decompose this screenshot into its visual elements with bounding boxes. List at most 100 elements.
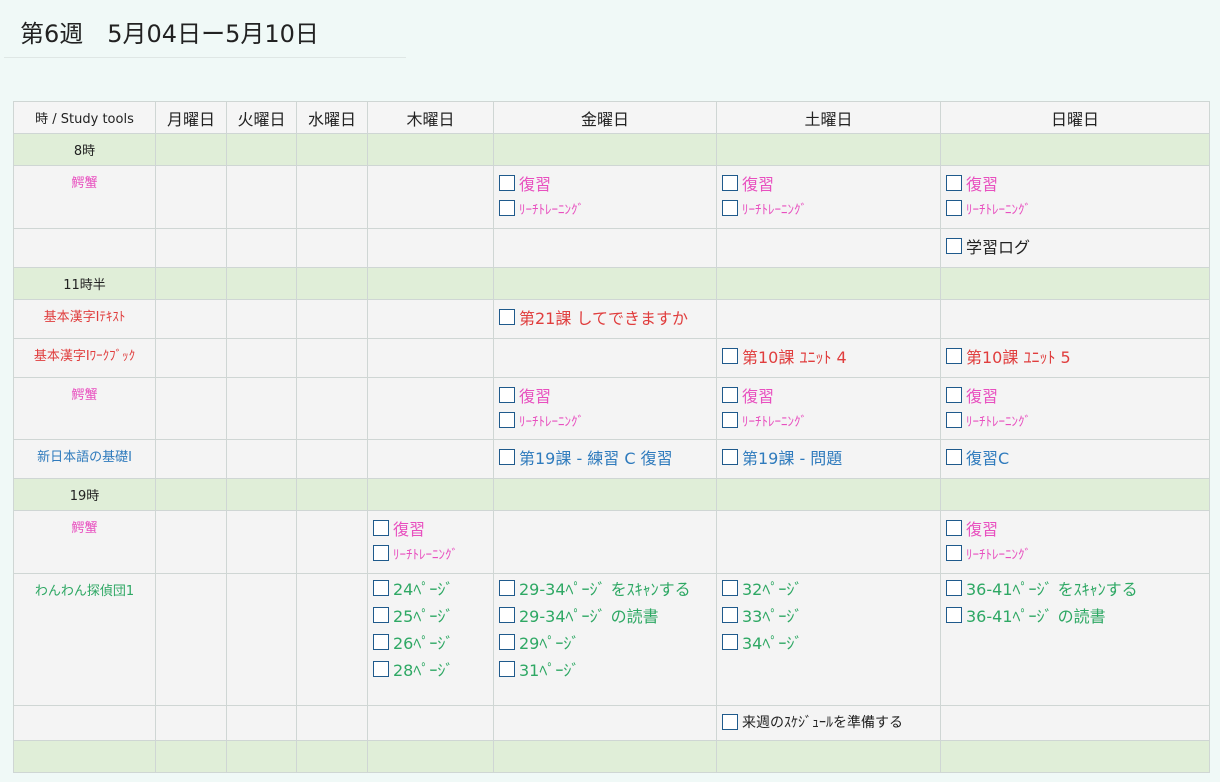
weekly-schedule-table: 時 / Study tools 月曜日 火曜日 水曜日 木曜日 金曜日 土曜日 …: [13, 101, 1210, 773]
task-item[interactable]: 復習: [369, 515, 493, 541]
checkbox[interactable]: [722, 607, 738, 623]
task-item[interactable]: 第10課 ﾕﾆｯﾄ 4: [718, 343, 940, 369]
task-item[interactable]: 復習: [495, 382, 716, 408]
checkbox[interactable]: [373, 607, 389, 623]
checkbox[interactable]: [373, 545, 389, 561]
task-item[interactable]: 復習: [942, 170, 1209, 196]
task-item[interactable]: 来週のｽｹｼﾞｭｰﾙを準備する: [718, 709, 940, 735]
row-label-wanwan: わんわん探偵団1: [13, 573, 156, 706]
task-item[interactable]: ﾘｰﾁﾄﾚｰﾆﾝｸﾞ: [942, 408, 1209, 432]
hour-row: [13, 740, 1210, 773]
task-item[interactable]: 33ﾍﾟｰｼﾞ: [718, 602, 940, 628]
task-item[interactable]: 34ﾍﾟｰｼﾞ: [718, 629, 940, 655]
table-row: 鰐蟹 復習 ﾘｰﾁﾄﾚｰﾆﾝｸﾞ 復習 ﾘｰﾁﾄﾚｰﾆﾝｸﾞ 復習 ﾘｰﾁﾄﾚｰ…: [13, 377, 1210, 440]
task-item[interactable]: 第19課 - 問題: [718, 444, 940, 470]
checkbox[interactable]: [499, 175, 515, 191]
header-row: 時 / Study tools 月曜日 火曜日 水曜日 木曜日 金曜日 土曜日 …: [13, 101, 1210, 134]
column-header-mon: 月曜日: [155, 101, 227, 134]
checkbox[interactable]: [946, 545, 962, 561]
task-item[interactable]: 36-41ﾍﾟｰｼﾞ の読書: [942, 602, 1209, 628]
checkbox[interactable]: [373, 580, 389, 596]
task-item[interactable]: 復習: [942, 515, 1209, 541]
column-header-wed: 水曜日: [296, 101, 368, 134]
row-label-kanji-workbook: 基本漢字Ⅰﾜｰｸﾌﾞｯｸ: [13, 338, 156, 378]
task-item[interactable]: 学習ログ: [942, 233, 1209, 259]
checkbox[interactable]: [499, 634, 515, 650]
task-item[interactable]: 第10課 ﾕﾆｯﾄ 5: [942, 343, 1209, 369]
checkbox[interactable]: [499, 661, 515, 677]
task-item[interactable]: 復習C: [942, 444, 1209, 470]
task-item[interactable]: ﾘｰﾁﾄﾚｰﾆﾝｸﾞ: [495, 196, 716, 220]
checkbox[interactable]: [499, 412, 515, 428]
checkbox[interactable]: [946, 520, 962, 536]
task-item[interactable]: 31ﾍﾟｰｼﾞ: [495, 656, 716, 682]
checkbox[interactable]: [499, 309, 515, 325]
table-row: 学習ログ: [13, 228, 1210, 268]
task-item[interactable]: 36-41ﾍﾟｰｼﾞ をｽｷｬﾝする: [942, 575, 1209, 601]
checkbox[interactable]: [946, 387, 962, 403]
checkbox[interactable]: [722, 449, 738, 465]
checkbox[interactable]: [946, 175, 962, 191]
checkbox[interactable]: [946, 200, 962, 216]
task-item[interactable]: 25ﾍﾟｰｼﾞ: [369, 602, 493, 628]
task-item[interactable]: ﾘｰﾁﾄﾚｰﾆﾝｸﾞ: [718, 408, 940, 432]
task-item[interactable]: 第21課 してできますか: [495, 304, 716, 330]
checkbox[interactable]: [722, 175, 738, 191]
task-item[interactable]: ﾘｰﾁﾄﾚｰﾆﾝｸﾞ: [718, 196, 940, 220]
checkbox[interactable]: [722, 387, 738, 403]
checkbox[interactable]: [499, 580, 515, 596]
table-row: 基本漢字Ⅰﾜｰｸﾌﾞｯｸ 第10課 ﾕﾆｯﾄ 4 第10課 ﾕﾆｯﾄ 5: [13, 338, 1210, 378]
checkbox[interactable]: [373, 520, 389, 536]
task-item[interactable]: 復習: [718, 170, 940, 196]
checkbox[interactable]: [499, 607, 515, 623]
task-item[interactable]: 29-34ﾍﾟｰｼﾞ の読書: [495, 602, 716, 628]
checkbox[interactable]: [946, 238, 962, 254]
table-row: 新日本語の基礎Ⅰ 第19課 - 練習 C 復習 第19課 - 問題 復習C: [13, 439, 1210, 479]
checkbox[interactable]: [946, 607, 962, 623]
row-label-kanikani: 鰐蟹: [13, 377, 156, 440]
task-item[interactable]: 29ﾍﾟｰｼﾞ: [495, 629, 716, 655]
column-header-thu: 木曜日: [367, 101, 494, 134]
table-row: わんわん探偵団1 24ﾍﾟｰｼﾞ 25ﾍﾟｰｼﾞ 26ﾍﾟｰｼﾞ 28ﾍﾟｰｼﾞ…: [13, 573, 1210, 706]
table-row: 鰐蟹 復習 ﾘｰﾁﾄﾚｰﾆﾝｸﾞ 復習 ﾘｰﾁﾄﾚｰﾆﾝｸﾞ 復習 ﾘｰﾁﾄﾚｰ…: [13, 165, 1210, 229]
checkbox[interactable]: [499, 200, 515, 216]
hour-row: 19時: [13, 478, 1210, 511]
column-header-sun: 日曜日: [940, 101, 1210, 134]
hour-label-11: 11時半: [13, 267, 156, 300]
checkbox[interactable]: [373, 634, 389, 650]
checkbox[interactable]: [722, 348, 738, 364]
task-item[interactable]: 29-34ﾍﾟｰｼﾞ をｽｷｬﾝする: [495, 575, 716, 601]
task-item[interactable]: 26ﾍﾟｰｼﾞ: [369, 629, 493, 655]
checkbox[interactable]: [722, 412, 738, 428]
row-label-shin-nihongo: 新日本語の基礎Ⅰ: [13, 439, 156, 479]
hour-row: 11時半: [13, 267, 1210, 300]
checkbox[interactable]: [722, 714, 738, 730]
task-item[interactable]: 復習: [942, 382, 1209, 408]
checkbox[interactable]: [722, 634, 738, 650]
task-item[interactable]: 第19課 - 練習 C 復習: [495, 444, 716, 470]
task-item[interactable]: 32ﾍﾟｰｼﾞ: [718, 575, 940, 601]
checkbox[interactable]: [946, 412, 962, 428]
task-item[interactable]: 28ﾍﾟｰｼﾞ: [369, 656, 493, 682]
checkbox[interactable]: [946, 580, 962, 596]
checkbox[interactable]: [373, 661, 389, 677]
task-item[interactable]: ﾘｰﾁﾄﾚｰﾆﾝｸﾞ: [369, 541, 493, 565]
table-row: 鰐蟹 復習 ﾘｰﾁﾄﾚｰﾆﾝｸﾞ 復習 ﾘｰﾁﾄﾚｰﾆﾝｸﾞ: [13, 510, 1210, 574]
checkbox[interactable]: [722, 200, 738, 216]
task-item[interactable]: 復習: [495, 170, 716, 196]
task-item[interactable]: ﾘｰﾁﾄﾚｰﾆﾝｸﾞ: [495, 408, 716, 432]
title-divider: [4, 57, 406, 58]
checkbox[interactable]: [946, 348, 962, 364]
checkbox[interactable]: [722, 580, 738, 596]
checkbox[interactable]: [946, 449, 962, 465]
task-item[interactable]: 復習: [718, 382, 940, 408]
checkbox[interactable]: [499, 449, 515, 465]
row-label-kanikani: 鰐蟹: [13, 510, 156, 574]
task-item[interactable]: ﾘｰﾁﾄﾚｰﾆﾝｸﾞ: [942, 196, 1209, 220]
hour-label-19: 19時: [13, 478, 156, 511]
table-row: 基本漢字Ⅰﾃｷｽﾄ 第21課 してできますか: [13, 299, 1210, 339]
task-item[interactable]: 24ﾍﾟｰｼﾞ: [369, 575, 493, 601]
task-item[interactable]: ﾘｰﾁﾄﾚｰﾆﾝｸﾞ: [942, 541, 1209, 565]
row-label-kanikani: 鰐蟹: [13, 165, 156, 229]
checkbox[interactable]: [499, 387, 515, 403]
